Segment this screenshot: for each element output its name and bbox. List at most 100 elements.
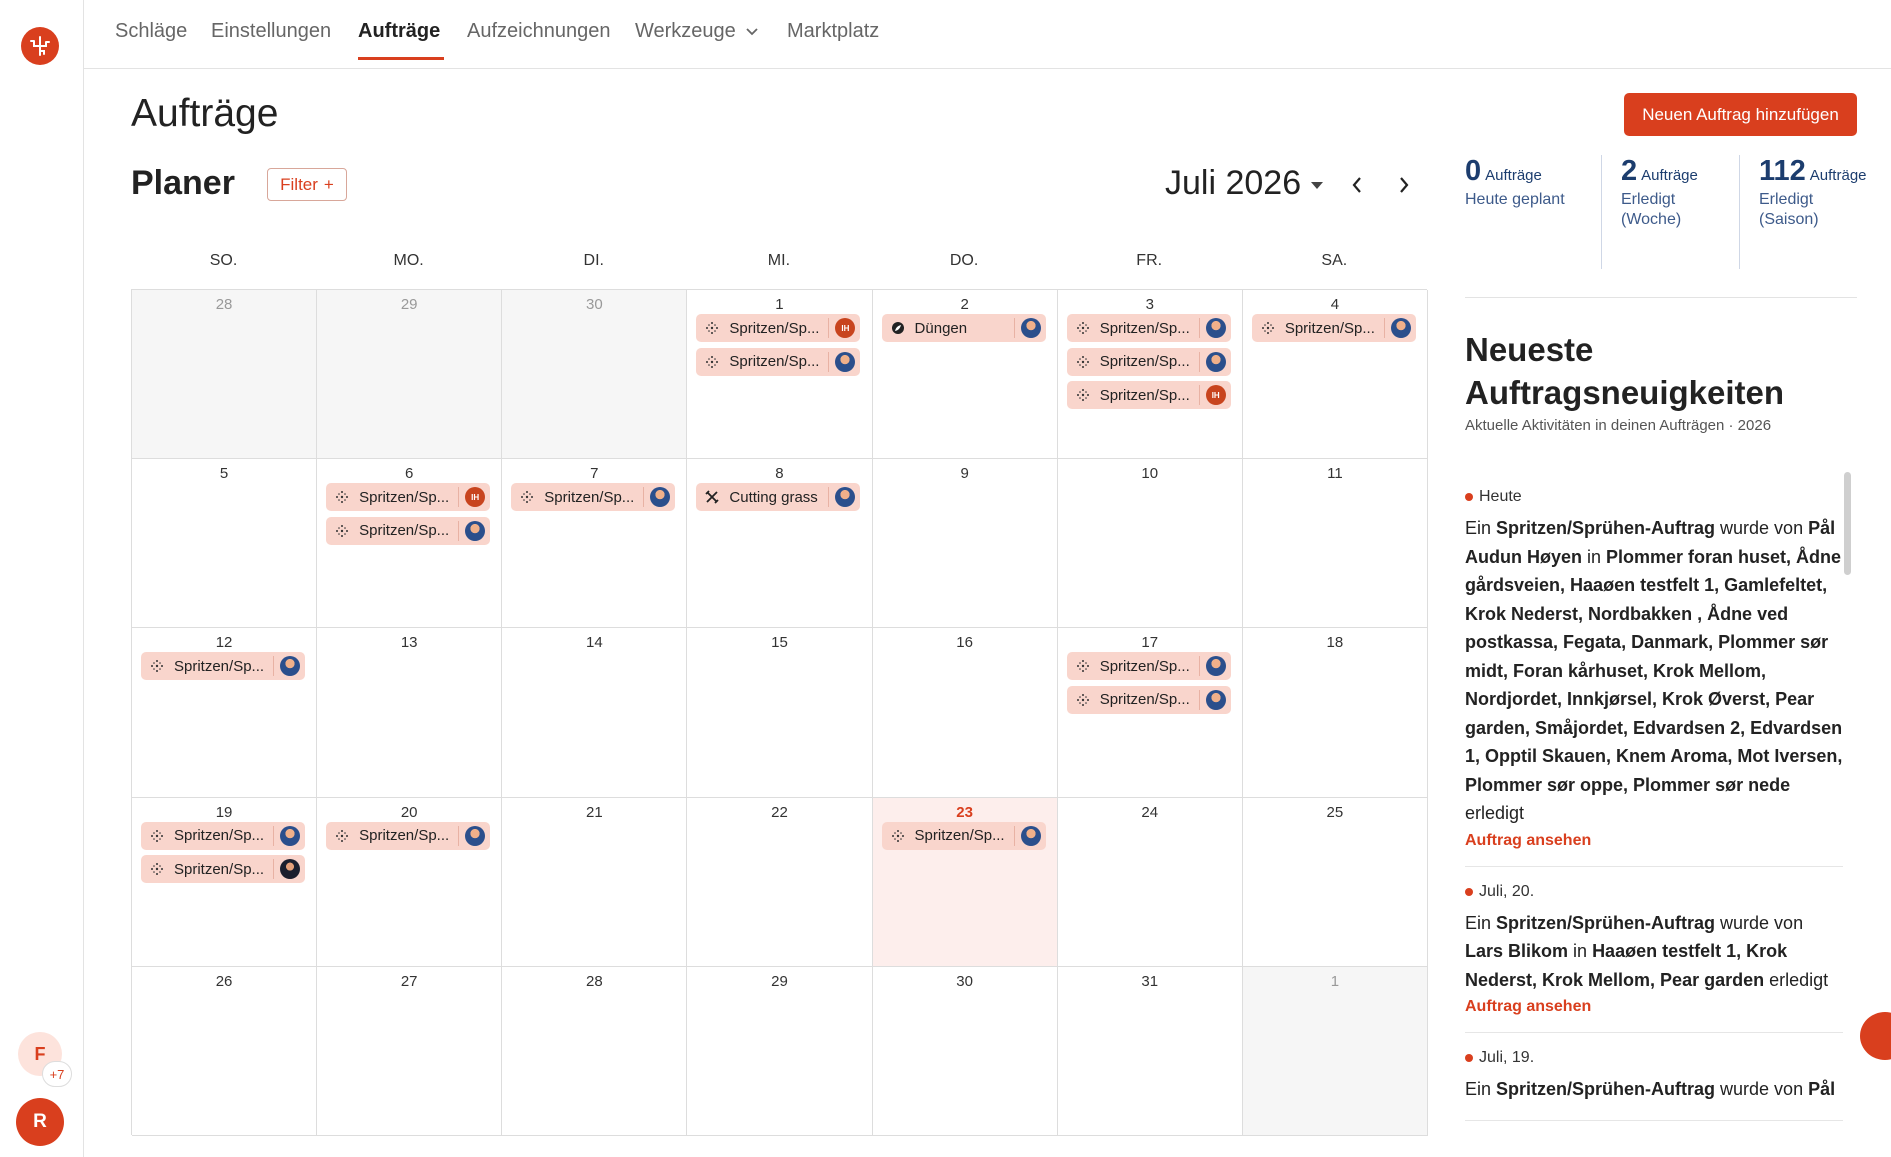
view-job-link[interactable]: Auftrag ansehen <box>1465 832 1843 850</box>
view-job-link[interactable]: Auftrag ansehen <box>1465 998 1843 1016</box>
calendar-day-cell[interactable]: 15 <box>687 628 873 798</box>
event-separator <box>1198 656 1200 677</box>
calendar-event[interactable]: Spritzen/Sp... <box>141 652 305 681</box>
assignee-avatar[interactable] <box>465 520 486 541</box>
calendar-day-cell[interactable]: 2 Düngen <box>872 290 1058 460</box>
calendar-day-cell[interactable]: 27 <box>317 966 503 1136</box>
calendar-event[interactable]: Cutting grass <box>696 483 861 512</box>
calendar-day-cell[interactable]: 28 <box>132 290 318 460</box>
assignee-avatar[interactable]: IH <box>1205 385 1226 405</box>
calendar-day-cell[interactable]: 16 <box>872 628 1058 798</box>
assignee-avatar[interactable] <box>465 825 486 846</box>
calendar-day-cell[interactable]: 10 <box>1057 459 1243 629</box>
calendar-day-cell[interactable]: 17 Spritzen/Sp... Spritzen/Sp... <box>1057 628 1243 798</box>
assignee-avatar[interactable] <box>1205 351 1226 372</box>
weekday-label: FR. <box>1136 252 1163 269</box>
assignee-avatar[interactable] <box>280 656 300 677</box>
prev-month-button[interactable] <box>1344 172 1370 198</box>
calendar-event[interactable]: Spritzen/Sp... <box>511 483 676 512</box>
event-separator <box>1198 351 1200 372</box>
more-users-badge[interactable]: +7 <box>42 1061 72 1087</box>
calendar-day-cell[interactable]: 23 Spritzen/Sp... <box>872 797 1058 967</box>
next-month-button[interactable] <box>1391 172 1417 198</box>
assignee-avatar[interactable] <box>1205 656 1226 677</box>
calendar-day-cell[interactable]: 5 <box>132 459 318 629</box>
tab-auftraege[interactable]: Aufträge <box>358 20 445 60</box>
calendar-day-cell[interactable]: 13 <box>317 628 503 798</box>
calendar-event[interactable]: Spritzen/Sp... <box>881 821 1046 850</box>
calendar-event[interactable]: Spritzen/Sp... <box>141 855 305 884</box>
app-logo-icon[interactable] <box>21 27 59 65</box>
tab-schlaege[interactable]: Schläge <box>115 20 187 43</box>
news-scrollbar[interactable] <box>1843 472 1853 1157</box>
assignee-avatar[interactable] <box>280 859 300 880</box>
calendar-day-cell[interactable]: 8 Cutting grass <box>687 459 873 629</box>
calendar-event[interactable]: Spritzen/Sp... <box>326 821 491 850</box>
calendar-event[interactable]: Spritzen/Sp... <box>1251 314 1416 342</box>
day-number: 7 <box>590 465 599 483</box>
calendar-day-cell[interactable]: 22 <box>687 797 873 967</box>
assignee-avatar[interactable] <box>1020 825 1041 846</box>
assignee-avatar[interactable]: IH <box>835 318 856 338</box>
tab-aufzeichnungen[interactable]: Aufzeichnungen <box>467 20 610 43</box>
assignee-avatar[interactable] <box>1020 318 1041 338</box>
assignee-avatar[interactable]: IH <box>465 487 486 508</box>
calendar-event[interactable]: Spritzen/Sp... <box>326 516 491 545</box>
calendar-day-cell[interactable]: 6 Spritzen/Sp... IH Spritzen/Sp... <box>317 459 503 629</box>
news-feed[interactable]: Heute Ein Spritzen/Sprühen-Auftrag wurde … <box>1465 472 1843 1157</box>
calendar-event[interactable]: Spritzen/Sp... <box>1066 652 1231 681</box>
tab-marktplatz[interactable]: Marktplatz <box>787 20 879 43</box>
calendar-day-cell[interactable]: 4 Spritzen/Sp... <box>1242 290 1428 460</box>
calendar-day-cell[interactable]: 29 <box>687 966 873 1136</box>
assignee-avatar[interactable] <box>1205 318 1226 338</box>
calendar-day-cell[interactable]: 1 Spritzen/Sp... IH Spritzen/Sp... <box>687 290 873 460</box>
calendar-day-cell[interactable]: 21 <box>502 797 688 967</box>
calendar-day-cell[interactable]: 30 <box>502 290 688 460</box>
calendar-event[interactable]: Spritzen/Sp... IH <box>326 483 491 512</box>
tab-werkzeuge[interactable]: Werkzeuge <box>635 20 758 43</box>
assignee-avatar[interactable] <box>280 825 300 846</box>
assignee-avatar[interactable] <box>650 487 671 508</box>
assignee-avatar[interactable] <box>835 487 856 508</box>
calendar-day-cell[interactable]: 25 <box>1242 797 1428 967</box>
calendar-day-cell[interactable]: 18 <box>1242 628 1428 798</box>
stat-today: 0 Aufträge Heute geplant <box>1465 155 1602 269</box>
assignee-avatar[interactable] <box>1205 689 1226 710</box>
assignee-avatar[interactable] <box>1390 318 1411 338</box>
calendar-day-cell[interactable]: 11 <box>1242 459 1428 629</box>
calendar-day-cell[interactable]: 14 <box>502 628 688 798</box>
calendar-day-cell[interactable]: 24 <box>1057 797 1243 967</box>
scrollbar-thumb[interactable] <box>1844 472 1851 575</box>
calendar-day-cell[interactable]: 30 <box>872 966 1058 1136</box>
calendar-event[interactable]: Spritzen/Sp... <box>141 821 305 850</box>
calendar-day-cell[interactable]: 26 <box>132 966 318 1136</box>
calendar-day-cell[interactable]: 31 <box>1057 966 1243 1136</box>
calendar-day-cell[interactable]: 9 <box>872 459 1058 629</box>
calendar-event[interactable]: Spritzen/Sp... IH <box>1066 381 1231 409</box>
calendar-day-cell[interactable]: 20 Spritzen/Sp... <box>317 797 503 967</box>
stat-value: 112 <box>1759 155 1806 187</box>
news-title: Neueste Auftragsneuigkeiten <box>1465 331 1785 411</box>
chat-bubble-icon[interactable] <box>1860 1012 1891 1060</box>
add-job-button[interactable]: Neuen Auftrag hinzufügen <box>1624 93 1857 136</box>
calendar-day-cell[interactable]: 1 <box>1242 966 1428 1136</box>
calendar-day-cell[interactable]: 7 Spritzen/Sp... <box>502 459 688 629</box>
calendar-day-cell[interactable]: 29 <box>317 290 503 460</box>
assignee-avatar[interactable] <box>835 351 856 372</box>
avatar-r[interactable]: R <box>16 1098 64 1146</box>
calendar-event[interactable]: Spritzen/Sp... <box>1066 347 1231 376</box>
calendar-event[interactable]: Düngen <box>881 314 1046 342</box>
calendar-event[interactable]: Spritzen/Sp... <box>1066 685 1231 714</box>
filter-button[interactable]: Filter + <box>267 168 347 201</box>
calendar-day-cell[interactable]: 28 <box>502 966 688 1136</box>
month-selector[interactable]: Juli 2026 <box>1165 164 1324 203</box>
calendar-event[interactable]: Spritzen/Sp... IH <box>696 314 861 342</box>
tab-einstellungen[interactable]: Einstellungen <box>211 20 331 43</box>
calendar-event[interactable]: Spritzen/Sp... <box>1066 314 1231 342</box>
event-label: Spritzen/Sp... <box>174 657 265 675</box>
calendar-day-cell[interactable]: 12 Spritzen/Sp... <box>132 628 318 798</box>
day-number: 18 <box>1326 634 1344 652</box>
calendar-event[interactable]: Spritzen/Sp... <box>696 347 861 376</box>
calendar-day-cell[interactable]: 3 Spritzen/Sp... Spritzen/Sp... Spritzen/Sp… <box>1057 290 1243 460</box>
calendar-day-cell[interactable]: 19 Spritzen/Sp... Spritzen/Sp... <box>132 797 318 967</box>
